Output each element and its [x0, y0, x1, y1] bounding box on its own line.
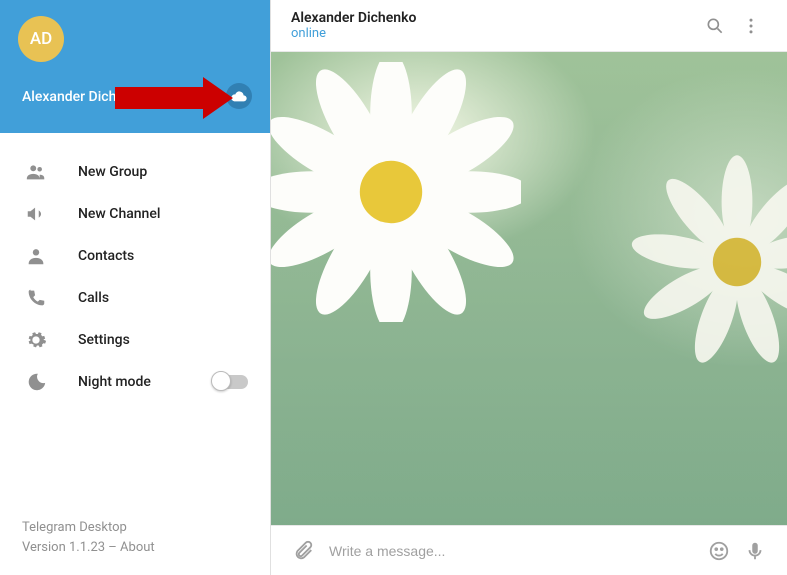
menu-item-new-group[interactable]: New Group	[0, 151, 270, 193]
contacts-icon	[24, 245, 48, 267]
kebab-icon	[741, 16, 761, 36]
flower-decoration	[271, 62, 521, 322]
menu-item-new-channel[interactable]: New Channel	[0, 193, 270, 235]
voice-button[interactable]	[737, 540, 773, 562]
emoji-icon	[708, 540, 730, 562]
menu-item-calls[interactable]: Calls	[0, 277, 270, 319]
chat-header: Alexander Dichenko online	[271, 0, 787, 52]
sidebar-footer: Telegram Desktop Version 1.1.23 – About	[0, 518, 270, 575]
menu-button[interactable]	[733, 16, 769, 36]
emoji-button[interactable]	[701, 540, 737, 562]
menu-label: Settings	[78, 332, 130, 348]
chat-status: online	[291, 26, 697, 41]
night-mode-icon	[24, 371, 48, 393]
menu-label: Night mode	[78, 374, 151, 390]
chat-title-block[interactable]: Alexander Dichenko online	[289, 10, 697, 41]
app-version-line: Version 1.1.23 – About	[22, 538, 248, 558]
menu-label: New Channel	[78, 206, 160, 222]
search-button[interactable]	[697, 16, 733, 36]
toggle-knob	[211, 371, 231, 391]
sidebar-header: AD Alexander Dichenko	[0, 0, 270, 133]
message-bar	[271, 525, 787, 575]
about-link[interactable]: About	[120, 540, 155, 555]
app-version: Version 1.1.23 –	[22, 540, 120, 555]
calls-icon	[24, 287, 48, 309]
menu-item-night-mode[interactable]: Night mode	[0, 361, 270, 403]
avatar[interactable]: AD	[18, 16, 64, 62]
flower-decoration	[627, 152, 787, 372]
paperclip-icon	[292, 540, 314, 562]
chat-title: Alexander Dichenko	[291, 10, 697, 26]
chat-background	[271, 52, 787, 525]
cloud-icon	[231, 90, 247, 102]
sidebar: AD Alexander Dichenko New Group New Chan…	[0, 0, 271, 575]
saved-messages-button[interactable]	[226, 83, 252, 109]
channel-icon	[24, 203, 48, 225]
menu-label: Contacts	[78, 248, 134, 264]
menu-item-settings[interactable]: Settings	[0, 319, 270, 361]
settings-icon	[24, 329, 48, 351]
menu-label: Calls	[78, 290, 109, 306]
sidebar-menu: New Group New Channel Contacts Calls Set…	[0, 133, 270, 518]
menu-item-contacts[interactable]: Contacts	[0, 235, 270, 277]
message-input[interactable]	[321, 543, 701, 559]
night-mode-toggle[interactable]	[212, 375, 248, 389]
microphone-icon	[744, 540, 766, 562]
sidebar-username[interactable]: Alexander Dichenko	[22, 89, 147, 105]
menu-label: New Group	[78, 164, 147, 180]
app-name: Telegram Desktop	[22, 518, 248, 538]
attach-button[interactable]	[285, 540, 321, 562]
main-pane: Alexander Dichenko online	[271, 0, 787, 575]
search-icon	[705, 16, 725, 36]
group-icon	[24, 161, 48, 183]
